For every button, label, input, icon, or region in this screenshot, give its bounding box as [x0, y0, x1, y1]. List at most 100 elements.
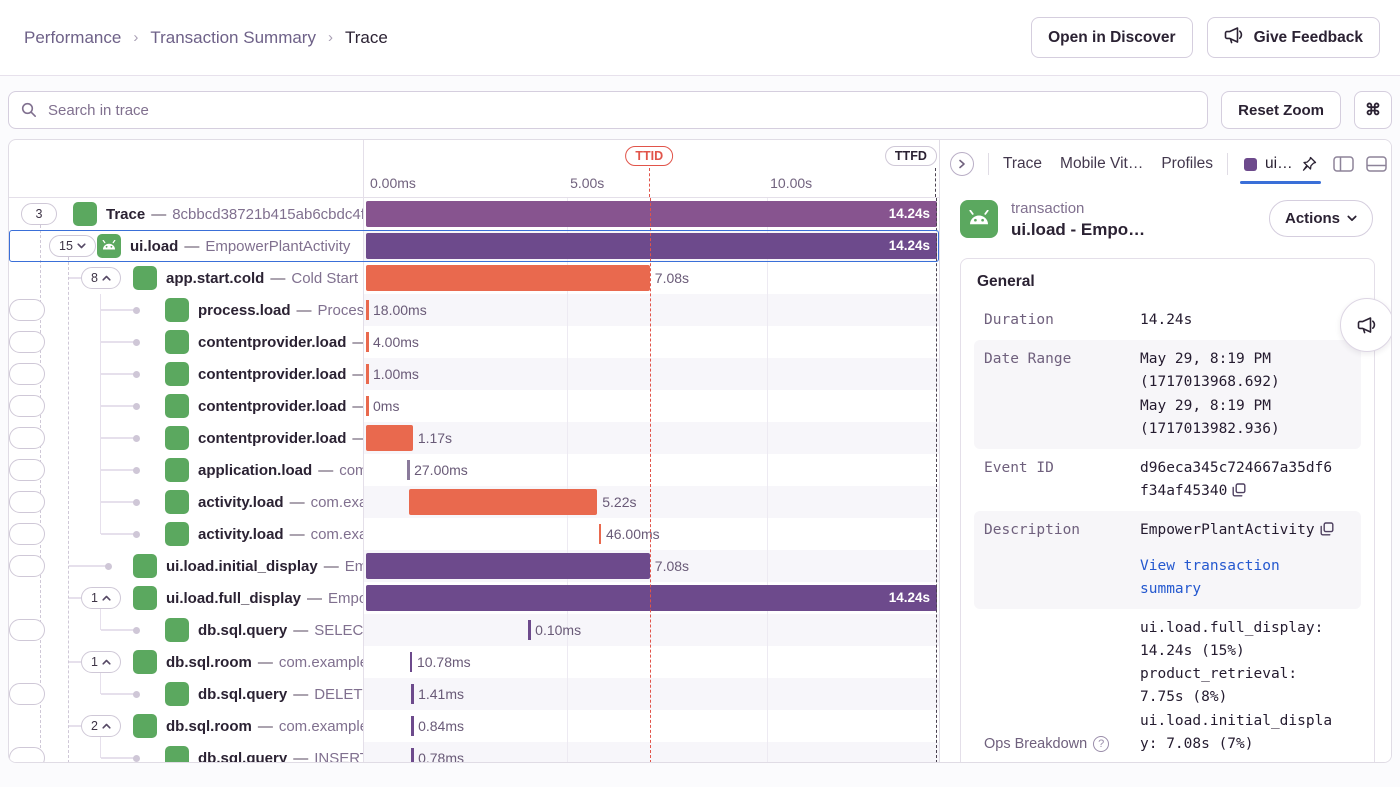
span-duration-bar[interactable] [528, 620, 531, 640]
actions-button[interactable]: Actions [1269, 200, 1373, 237]
child-count-badge[interactable]: 8 [81, 267, 121, 289]
trace-row[interactable]: contentprovider.load — io 4.00ms [9, 326, 939, 358]
span-duration-bar[interactable] [366, 425, 413, 451]
child-count-badge[interactable] [9, 299, 45, 321]
ttfd-badge[interactable]: TTFD [885, 146, 937, 166]
trace-row[interactable]: 2 db.sql.room — com.example.vu 0.84ms [9, 710, 939, 742]
give-feedback-button[interactable]: Give Feedback [1207, 17, 1380, 58]
search-box[interactable] [8, 91, 1208, 129]
span-duration-bar[interactable] [411, 748, 414, 763]
child-count-badge[interactable] [9, 427, 45, 449]
trace-row-lane[interactable]: 4.00ms [364, 326, 939, 358]
trace-row-tree[interactable]: contentprovider.load — ar [9, 390, 364, 422]
child-count-badge[interactable] [9, 555, 45, 577]
trace-row-lane[interactable]: 1.41ms [364, 678, 939, 710]
trace-row-tree[interactable]: activity.load — com.examp [9, 518, 364, 550]
trace-row-lane[interactable]: 7.08s [364, 262, 939, 294]
trace-row[interactable]: db.sql.query — SELECT * F 0.10ms [9, 614, 939, 646]
copy-icon[interactable] [1320, 522, 1334, 536]
span-duration-bar[interactable] [410, 652, 413, 672]
trace-row[interactable]: db.sql.query — DELETE FR 1.41ms [9, 678, 939, 710]
view-transaction-summary-link[interactable]: View transaction summary [1140, 555, 1340, 601]
span-duration-bar[interactable] [366, 332, 369, 352]
tab-mobile-vit-[interactable]: Mobile Vit… [1060, 155, 1143, 173]
dock-left-icon[interactable] [1333, 156, 1354, 172]
trace-row-tree[interactable]: contentprovider.load — co [9, 422, 364, 454]
trace-row-tree[interactable]: 15 ui.load — EmpowerPlantActivity [9, 230, 364, 262]
child-count-badge[interactable]: 3 [21, 203, 57, 225]
span-duration-bar[interactable] [407, 460, 410, 480]
child-count-badge[interactable]: 15 [49, 235, 96, 257]
child-count-badge[interactable] [9, 491, 45, 513]
child-count-badge[interactable] [9, 395, 45, 417]
tab-profiles[interactable]: Profiles [1161, 155, 1213, 173]
span-duration-bar[interactable] [411, 684, 414, 704]
child-count-badge[interactable]: 2 [81, 715, 121, 737]
trace-row-tree[interactable]: 2 db.sql.room — com.example.vu [9, 710, 364, 742]
trace-row[interactable]: contentprovider.load — ar 0ms [9, 390, 939, 422]
trace-row[interactable]: application.load — com.ex 27.00ms [9, 454, 939, 486]
trace-row-tree[interactable]: process.load — Process In [9, 294, 364, 326]
feedback-floating-button[interactable] [1340, 298, 1392, 352]
open-in-discover-button[interactable]: Open in Discover [1031, 17, 1192, 58]
breadcrumb-transaction-summary[interactable]: Transaction Summary [150, 28, 316, 48]
tab-active-span[interactable]: ui… [1242, 140, 1319, 188]
trace-row-lane[interactable]: 1.17s [364, 422, 939, 454]
trace-row-tree[interactable]: activity.load — com.examp [9, 486, 364, 518]
trace-row[interactable]: 8 app.start.cold — Cold Start 7.08s [9, 262, 939, 294]
span-duration-bar[interactable] [366, 265, 650, 291]
breadcrumb-performance[interactable]: Performance [24, 28, 121, 48]
collapse-panel-icon[interactable] [950, 152, 974, 176]
child-count-badge[interactable] [9, 619, 45, 641]
span-duration-bar[interactable] [366, 364, 369, 384]
trace-row[interactable]: 15 ui.load — EmpowerPlantActivity 14.24s [9, 230, 939, 262]
copy-icon[interactable] [1232, 483, 1246, 497]
trace-row[interactable]: db.sql.query — INSERT OR 0.78ms [9, 742, 939, 763]
span-duration-bar[interactable] [409, 489, 597, 515]
child-count-badge[interactable]: 1 [81, 651, 121, 673]
child-count-badge[interactable] [9, 523, 45, 545]
span-duration-bar[interactable]: 14.24s [366, 201, 937, 227]
trace-row-tree[interactable]: 1 ui.load.full_display — Empow [9, 582, 364, 614]
span-duration-bar[interactable]: 14.24s [366, 233, 937, 259]
span-duration-bar[interactable] [599, 524, 602, 544]
trace-row[interactable]: 1 ui.load.full_display — Empow 14.24s [9, 582, 939, 614]
trace-row-tree[interactable]: 1 db.sql.room — com.example.vu [9, 646, 364, 678]
trace-row-lane[interactable]: 7.08s [364, 550, 939, 582]
help-icon[interactable]: ? [1093, 736, 1109, 752]
trace-row-tree[interactable]: db.sql.query — INSERT OR [9, 742, 364, 763]
trace-row[interactable]: process.load — Process In 18.00ms [9, 294, 939, 326]
trace-row-tree[interactable]: 3 Trace — 8cbbcd38721b415ab6cbdc4ff [9, 198, 364, 230]
trace-row-tree[interactable]: ui.load.initial_display — Empo [9, 550, 364, 582]
trace-row-lane[interactable]: 46.00ms [364, 518, 939, 550]
trace-row-lane[interactable]: 0.78ms [364, 742, 939, 763]
span-duration-bar[interactable]: 14.24s [366, 585, 937, 611]
child-count-badge[interactable] [9, 747, 45, 763]
shortcut-button[interactable]: ⌘ [1354, 91, 1392, 129]
trace-row[interactable]: contentprovider.load — io 1.00ms [9, 358, 939, 390]
trace-row[interactable]: activity.load — com.examp 5.22s [9, 486, 939, 518]
span-duration-bar[interactable] [366, 553, 650, 579]
trace-row[interactable]: ui.load.initial_display — Empo 7.08s [9, 550, 939, 582]
reset-zoom-button[interactable]: Reset Zoom [1221, 91, 1341, 129]
trace-row[interactable]: 3 Trace — 8cbbcd38721b415ab6cbdc4ff 14.2… [9, 198, 939, 230]
trace-row-tree[interactable]: application.load — com.ex [9, 454, 364, 486]
trace-row-tree[interactable]: contentprovider.load — io [9, 358, 364, 390]
trace-row-tree[interactable]: db.sql.query — DELETE FR [9, 678, 364, 710]
child-count-badge[interactable] [9, 363, 45, 385]
trace-row-lane[interactable]: 0.10ms [364, 614, 939, 646]
trace-row[interactable]: activity.load — com.examp 46.00ms [9, 518, 939, 550]
span-duration-bar[interactable] [366, 396, 369, 416]
tab-trace[interactable]: Trace [1003, 155, 1042, 173]
trace-row-lane[interactable]: 0ms [364, 390, 939, 422]
trace-row-tree[interactable]: 8 app.start.cold — Cold Start [9, 262, 364, 294]
trace-row-lane[interactable]: 10.78ms [364, 646, 939, 678]
trace-row-lane[interactable]: 0.84ms [364, 710, 939, 742]
trace-row-lane[interactable]: 27.00ms [364, 454, 939, 486]
child-count-badge[interactable] [9, 331, 45, 353]
trace-row[interactable]: contentprovider.load — co 1.17s [9, 422, 939, 454]
ttid-badge[interactable]: TTID [625, 146, 673, 166]
trace-row[interactable]: 1 db.sql.room — com.example.vu 10.78ms [9, 646, 939, 678]
trace-row-lane[interactable]: 14.24s [364, 230, 939, 262]
trace-row-lane[interactable]: 1.00ms [364, 358, 939, 390]
